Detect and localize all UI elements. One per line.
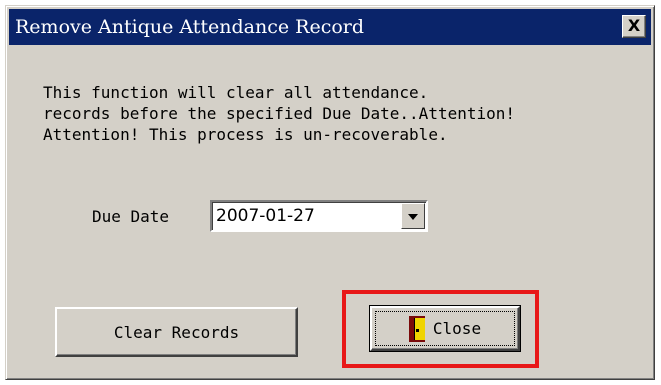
due-date-label: Due Date: [92, 207, 170, 226]
due-date-value: 2007-01-27: [216, 206, 315, 226]
window-close-button[interactable]: X: [622, 15, 646, 38]
highlight-annotation: [342, 290, 539, 368]
message-line-1: This function will clear all attendance.: [43, 83, 429, 102]
warning-message: This function will clear all attendance.…: [43, 82, 515, 145]
message-line-2: records before the specified Due Date..A…: [43, 104, 516, 123]
window-title: Remove Antique Attendance Record: [15, 16, 365, 38]
due-date-select[interactable]: 2007-01-27: [210, 200, 428, 232]
close-icon: X: [627, 16, 641, 35]
clear-records-button[interactable]: Clear Records: [55, 307, 298, 357]
dropdown-arrow-button[interactable]: [401, 203, 425, 229]
clear-records-label: Clear Records: [113, 322, 240, 342]
title-bar[interactable]: Remove Antique Attendance Record X: [9, 9, 651, 45]
message-line-3: Attention! This process is un-recoverabl…: [43, 125, 448, 144]
